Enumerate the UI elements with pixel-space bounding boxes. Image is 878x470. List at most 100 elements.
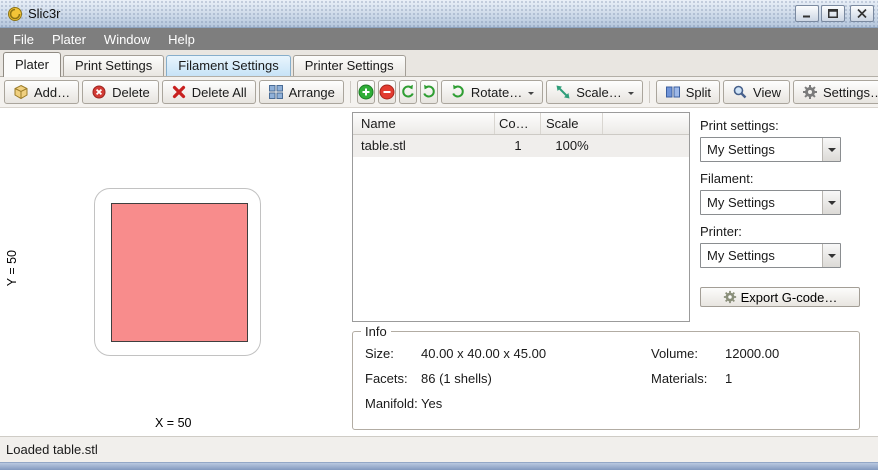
main-content: Y = 50 X = 50 Name Co… Scale table.stl 1 — [0, 108, 878, 436]
column-header-copies[interactable]: Co… — [495, 113, 541, 134]
scale-icon — [556, 85, 570, 99]
rotate-button[interactable]: Rotate… — [440, 80, 544, 104]
arrange-icon — [268, 85, 283, 99]
info-box-title: Info — [361, 324, 391, 339]
split-icon — [665, 86, 680, 98]
minus-icon — [379, 84, 395, 100]
scale-button[interactable]: Scale… — [546, 80, 643, 104]
minimize-icon — [803, 15, 810, 18]
window-controls — [795, 5, 874, 22]
column-header-name[interactable]: Name — [353, 113, 495, 134]
window-title: Slic3r — [28, 6, 61, 21]
volume-label: Volume: — [651, 346, 698, 361]
decrease-copies-button[interactable] — [377, 80, 396, 104]
rotate-icon — [452, 84, 464, 98]
plus-icon — [358, 84, 374, 100]
delete-button[interactable]: Delete — [82, 80, 159, 104]
window-bottom-frame — [0, 462, 878, 470]
object-table-stl[interactable] — [111, 203, 248, 342]
printer-dropdown-button[interactable] — [822, 244, 840, 267]
column-header-scale[interactable]: Scale — [541, 113, 603, 134]
chevron-down-icon — [827, 200, 836, 209]
add-icon — [14, 84, 28, 100]
x-axis-label: X = 50 — [155, 416, 192, 430]
print-settings-label: Print settings: — [700, 118, 779, 133]
titlebar[interactable]: Slic3r — [0, 0, 878, 28]
print-settings-dropdown-button[interactable] — [822, 138, 840, 161]
menubar: File Plater Window Help — [0, 28, 878, 50]
view-button[interactable]: View — [723, 80, 790, 104]
rotate-ccw-button[interactable] — [398, 80, 417, 104]
add-label: Add… — [34, 84, 71, 100]
add-button[interactable]: Add… — [4, 80, 80, 104]
delete-icon — [92, 85, 106, 99]
settings-button[interactable]: Settings… — [792, 80, 878, 104]
top-row: Name Co… Scale table.stl 1 100% Print se… — [352, 108, 878, 322]
maximize-button[interactable] — [821, 5, 845, 22]
column-header-empty — [603, 113, 689, 134]
menu-window[interactable]: Window — [95, 30, 159, 49]
arrange-button[interactable]: Arrange — [258, 80, 344, 104]
view-label: View — [753, 84, 781, 100]
filament-dropdown-button[interactable] — [822, 191, 840, 214]
delete-all-label: Delete All — [191, 84, 247, 100]
tabbar: Plater Print Settings Filament Settings … — [0, 50, 878, 77]
rotate-ccw-icon — [402, 84, 414, 98]
table-row[interactable]: table.stl 1 100% — [353, 135, 689, 157]
rotate-cw-button[interactable] — [419, 80, 438, 104]
cell-scale: 100% — [555, 138, 589, 153]
info-box: Info Size: 40.00 x 40.00 x 45.00 Volume:… — [352, 324, 860, 430]
materials-value: 1 — [725, 371, 733, 386]
rotate-dropdown-arrow-icon[interactable] — [528, 92, 535, 98]
printer-value: My Settings — [707, 248, 775, 263]
filament-label: Filament: — [700, 171, 754, 186]
toolbar: Add… Delete Delete All Arrange Rotate… S… — [0, 77, 878, 108]
cell-empty — [603, 135, 689, 157]
menu-file[interactable]: File — [4, 30, 43, 49]
size-label: Size: — [365, 346, 394, 361]
printer-label: Printer: — [700, 224, 742, 239]
maximize-icon — [828, 9, 838, 18]
close-icon — [857, 9, 867, 18]
toolbar-separator — [648, 81, 650, 103]
tab-plater[interactable]: Plater — [3, 52, 61, 77]
split-button[interactable]: Split — [655, 80, 721, 104]
materials-label: Materials: — [651, 371, 708, 386]
delete-all-button[interactable]: Delete All — [161, 80, 256, 104]
settings-gear-icon — [802, 85, 817, 99]
right-region: Name Co… Scale table.stl 1 100% Print se… — [352, 108, 878, 436]
export-gcode-icon — [723, 290, 736, 304]
menu-help[interactable]: Help — [159, 30, 204, 49]
volume-value: 12000.00 — [725, 346, 780, 361]
tab-print-settings[interactable]: Print Settings — [62, 55, 165, 76]
manifold-value: Yes — [421, 396, 443, 411]
menu-plater[interactable]: Plater — [43, 30, 95, 49]
tab-filament-settings[interactable]: Filament Settings — [166, 55, 291, 76]
close-button[interactable] — [850, 5, 874, 22]
filament-select[interactable]: My Settings — [700, 190, 841, 215]
app-icon — [8, 6, 22, 21]
filament-value: My Settings — [707, 195, 775, 210]
facets-label: Facets: — [365, 371, 408, 386]
tab-printer-settings[interactable]: Printer Settings — [292, 55, 406, 76]
minimize-button[interactable] — [795, 5, 819, 22]
object-list[interactable]: Name Co… Scale table.stl 1 100% — [352, 112, 690, 322]
plater-canvas[interactable]: Y = 50 X = 50 — [0, 108, 352, 436]
printer-select[interactable]: My Settings — [700, 243, 841, 268]
chevron-down-icon — [827, 253, 836, 262]
chevron-down-icon — [827, 147, 836, 156]
info-grid: Size: 40.00 x 40.00 x 45.00 Volume: 1200… — [353, 332, 859, 411]
slic3r-window: Slic3r File Plater Window Help Plater Pr… — [0, 0, 878, 470]
scale-label: Scale… — [576, 84, 622, 100]
delete-all-icon — [172, 85, 185, 99]
rotate-label: Rotate… — [470, 84, 523, 100]
status-text: Loaded table.stl — [6, 442, 98, 457]
print-settings-value: My Settings — [707, 142, 775, 157]
export-gcode-label: Export G-code… — [740, 289, 838, 305]
export-gcode-button[interactable]: Export G-code… — [700, 287, 860, 307]
cell-name: table.stl — [361, 138, 406, 153]
settings-label: Settings… — [822, 84, 878, 100]
increase-copies-button[interactable] — [356, 80, 375, 104]
print-settings-select[interactable]: My Settings — [700, 137, 841, 162]
scale-dropdown-arrow-icon[interactable] — [627, 92, 634, 98]
